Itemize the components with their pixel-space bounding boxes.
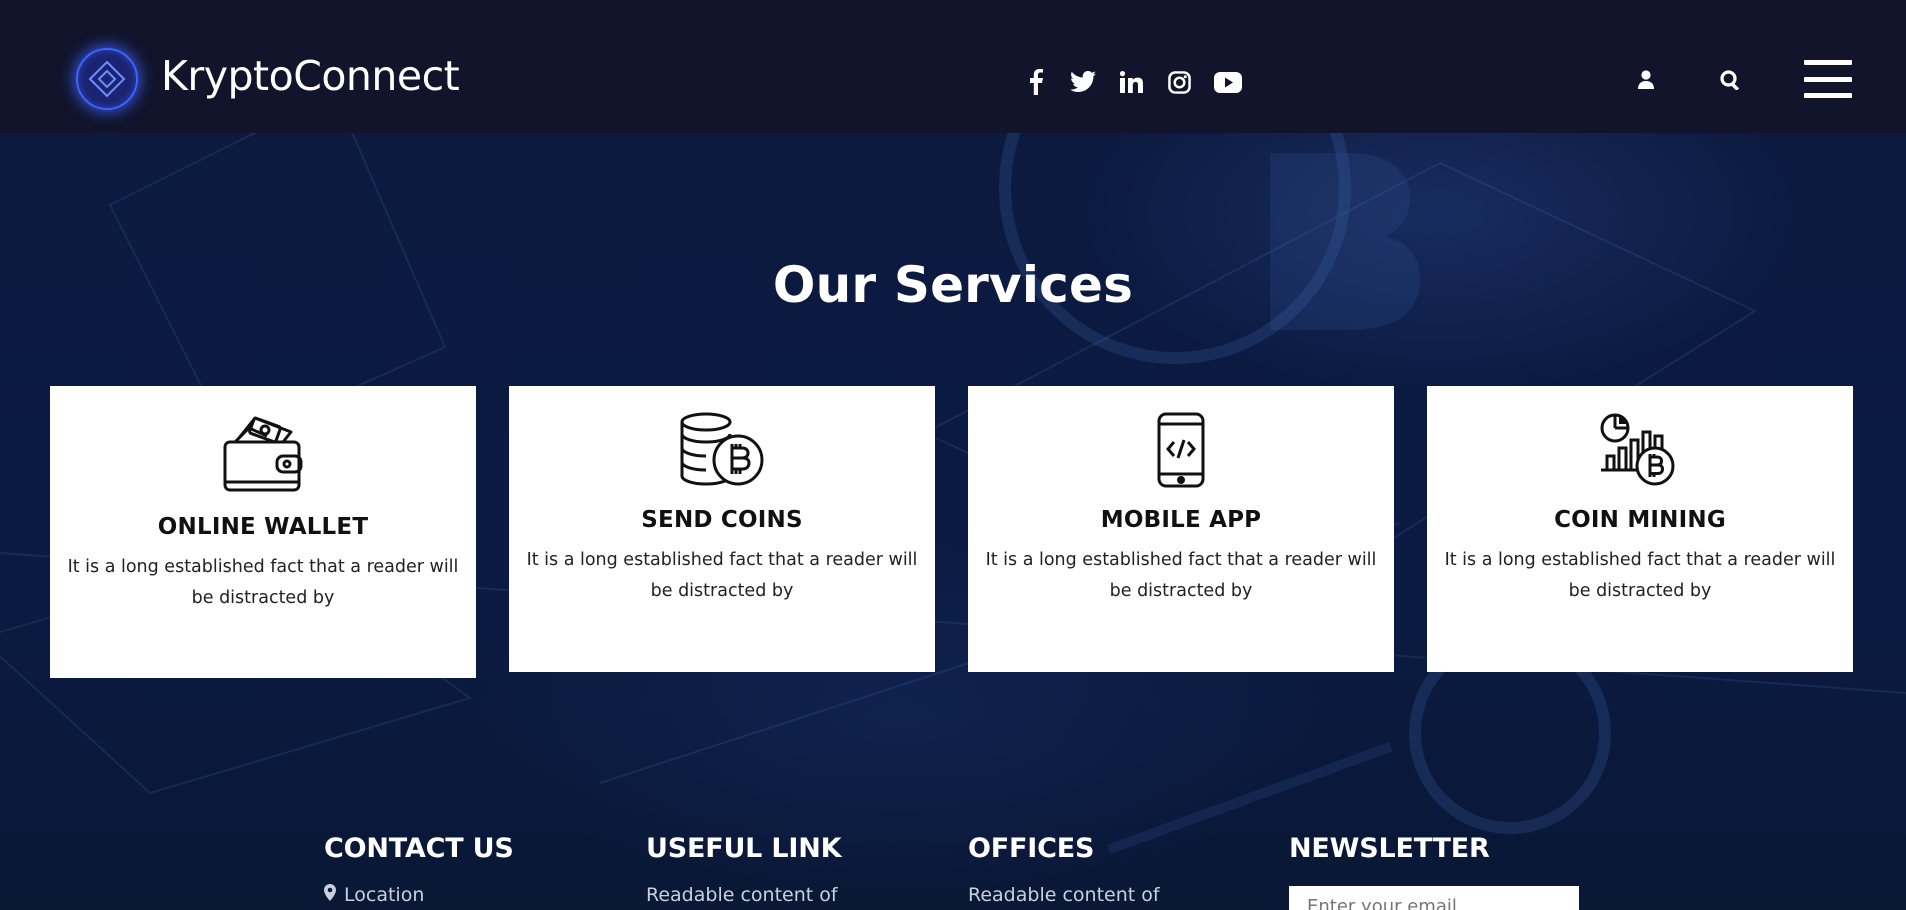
chart-bitcoin-icon bbox=[1427, 412, 1853, 488]
footer-text[interactable]: Readable content of bbox=[968, 884, 1160, 906]
service-title: ONLINE WALLET bbox=[157, 514, 369, 540]
section-title: Our Services bbox=[772, 256, 1134, 314]
footer-contact: CONTACT US Location bbox=[324, 833, 514, 906]
logo-icon[interactable] bbox=[76, 48, 138, 110]
footer-text[interactable]: Readable content of bbox=[646, 884, 841, 906]
location-label: Location bbox=[344, 884, 425, 906]
footer-heading: USEFUL LINK bbox=[646, 833, 842, 864]
service-card-online-wallet[interactable]: ONLINE WALLET It is a long established f… bbox=[50, 386, 476, 678]
service-card-send-coins[interactable]: SEND COINS It is a long established fact… bbox=[509, 386, 935, 672]
service-description: It is a long established fact that a rea… bbox=[1444, 550, 1836, 601]
service-title: COIN MINING bbox=[1554, 507, 1726, 533]
footer-heading: NEWSLETTER bbox=[1289, 833, 1490, 864]
footer-newsletter: NEWSLETTER bbox=[1289, 833, 1490, 864]
footer-heading: CONTACT US bbox=[324, 833, 514, 864]
location-pin-icon bbox=[324, 884, 336, 906]
user-icon[interactable] bbox=[1638, 70, 1654, 93]
search-icon[interactable] bbox=[1720, 70, 1741, 94]
service-title: MOBILE APP bbox=[1100, 507, 1262, 533]
footer-location[interactable]: Location bbox=[324, 884, 514, 906]
service-card-mobile-app[interactable]: MOBILE APP It is a long established fact… bbox=[968, 386, 1394, 672]
linkedin-icon[interactable] bbox=[1118, 66, 1144, 98]
wallet-icon bbox=[50, 412, 476, 494]
menu-icon[interactable] bbox=[1804, 60, 1852, 98]
brand-name[interactable]: KryptoConnect bbox=[161, 52, 460, 100]
twitter-icon[interactable] bbox=[1069, 66, 1097, 98]
coins-bitcoin-icon bbox=[509, 412, 935, 488]
service-description: It is a long established fact that a rea… bbox=[67, 557, 459, 608]
facebook-icon[interactable] bbox=[1025, 66, 1047, 98]
footer-heading: OFFICES bbox=[968, 833, 1095, 864]
service-title: SEND COINS bbox=[641, 507, 803, 533]
service-description: It is a long established fact that a rea… bbox=[526, 550, 918, 601]
mobile-code-icon bbox=[968, 412, 1394, 488]
service-card-coin-mining[interactable]: COIN MINING It is a long established fac… bbox=[1427, 386, 1853, 672]
service-description: It is a long established fact that a rea… bbox=[985, 550, 1377, 601]
youtube-icon[interactable] bbox=[1212, 66, 1244, 98]
newsletter-email-input[interactable] bbox=[1289, 886, 1579, 910]
instagram-icon[interactable] bbox=[1166, 66, 1192, 98]
footer-useful-link: USEFUL LINK Readable content of bbox=[646, 833, 842, 906]
site-header: KryptoConnect bbox=[0, 0, 1906, 133]
footer-offices: OFFICES Readable content of bbox=[968, 833, 1160, 906]
